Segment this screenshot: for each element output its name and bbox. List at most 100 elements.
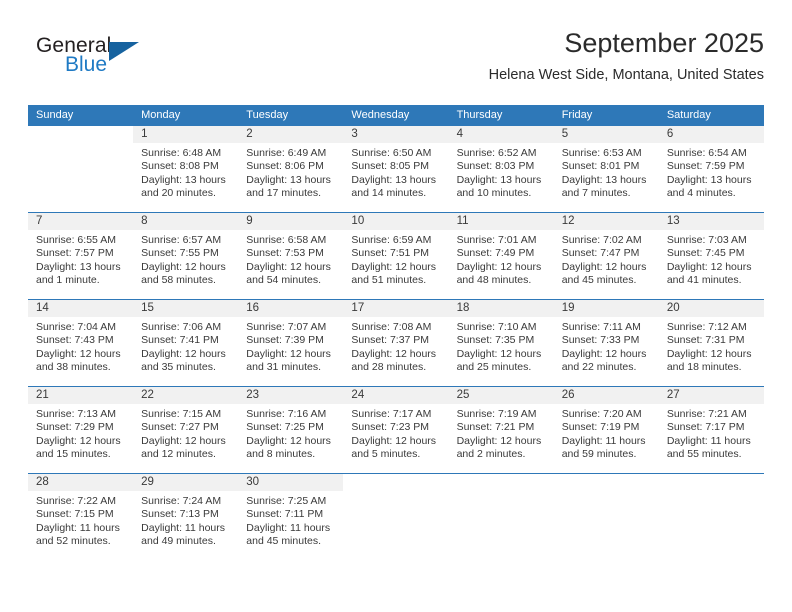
day-cell-inner: 29 Sunrise: 7:24 AM Sunset: 7:13 PM Dayligh… — [133, 474, 239, 560]
sunrise-time: Sunrise: 6:58 AM — [246, 234, 327, 246]
day-cell[interactable]: 30 Sunrise: 7:25 AM Sunset: 7:11 PM Dayligh… — [238, 473, 344, 560]
sunset-time: Sunset: 8:05 PM — [351, 160, 430, 173]
day-details: Sunrise: 7:15 AM Sunset: 7:27 PM Daylight:… — [133, 404, 238, 462]
day-cell[interactable]: 1 Sunrise: 6:48 AM Sunset: 8:08 PM Daylight… — [133, 126, 239, 213]
day-cell-inner: 18 Sunrise: 7:10 AM Sunset: 7:35 PM Dayligh… — [448, 300, 554, 386]
sunset-time: Sunset: 7:41 PM — [141, 334, 219, 347]
daylight-duration-line1: Daylight: 11 hours — [561, 434, 646, 447]
page-header: General Blue September 2025 Helena West … — [28, 26, 764, 98]
day-cell[interactable]: 29 Sunrise: 7:24 AM Sunset: 7:13 PM Dayligh… — [133, 473, 239, 560]
day-details: Sunrise: 7:25 AM Sunset: 7:11 PM Daylight:… — [238, 491, 343, 549]
day-details — [659, 491, 764, 495]
day-cell[interactable]: 5 Sunrise: 6:53 AM Sunset: 8:01 PM Daylight… — [553, 126, 659, 213]
day-details: Sunrise: 7:04 AM Sunset: 7:43 PM Daylight:… — [28, 317, 133, 375]
day-cell[interactable]: 8 Sunrise: 6:57 AM Sunset: 7:55 PM Daylight… — [133, 212, 239, 300]
day-cell[interactable]: 18 Sunrise: 7:10 AM Sunset: 7:35 PM Dayligh… — [448, 299, 554, 387]
day-cell-inner: 16 Sunrise: 7:07 AM Sunset: 7:39 PM Dayligh… — [238, 300, 344, 386]
sunset-time: Sunset: 8:03 PM — [456, 160, 535, 173]
day-cell[interactable]: 16 Sunrise: 7:07 AM Sunset: 7:39 PM Dayligh… — [238, 299, 344, 387]
day-cell-inner: 26 Sunrise: 7:20 AM Sunset: 7:19 PM Dayligh… — [553, 387, 659, 473]
day-cell[interactable]: 27 Sunrise: 7:21 AM Sunset: 7:17 PM Dayligh… — [658, 386, 764, 474]
daylight-duration-line1: Daylight: 12 hours — [351, 347, 437, 360]
day-cell[interactable]: 24 Sunrise: 7:17 AM Sunset: 7:23 PM Dayligh… — [343, 386, 449, 474]
day-cell[interactable]: 28 Sunrise: 7:22 AM Sunset: 7:15 PM Dayligh… — [28, 473, 134, 560]
day-cell[interactable]: 19 Sunrise: 7:11 AM Sunset: 7:33 PM Dayligh… — [553, 299, 659, 387]
day-number — [659, 474, 764, 491]
day-cell[interactable]: 2 Sunrise: 6:49 AM Sunset: 8:06 PM Daylight… — [238, 126, 344, 213]
sunset-time: Sunset: 7:29 PM — [36, 421, 114, 434]
sunrise-time: Sunrise: 6:55 AM — [36, 234, 116, 246]
daylight-duration-line1: Daylight: 13 hours — [561, 173, 647, 186]
day-cell[interactable]: 25 Sunrise: 7:19 AM Sunset: 7:21 PM Dayligh… — [448, 386, 554, 474]
day-details: Sunrise: 6:55 AM Sunset: 7:57 PM Daylight:… — [28, 230, 133, 288]
day-details: Sunrise: 7:12 AM Sunset: 7:31 PM Daylight:… — [659, 317, 764, 375]
day-details: Sunrise: 7:19 AM Sunset: 7:21 PM Daylight:… — [449, 404, 554, 462]
day-cell[interactable]: 11 Sunrise: 7:01 AM Sunset: 7:49 PM Dayligh… — [448, 212, 554, 300]
day-details: Sunrise: 6:59 AM Sunset: 7:51 PM Daylight:… — [343, 230, 448, 288]
daylight-duration-line1: Daylight: 12 hours — [561, 347, 647, 360]
day-cell-inner: 10 Sunrise: 6:59 AM Sunset: 7:51 PM Dayligh… — [343, 213, 449, 299]
daylight-duration-line1: Daylight: 12 hours — [351, 434, 437, 447]
day-number: 21 — [28, 387, 134, 404]
page-subtitle: Helena West Side, Montana, United States — [488, 67, 764, 83]
day-cell[interactable]: 17 Sunrise: 7:08 AM Sunset: 7:37 PM Dayligh… — [343, 299, 449, 387]
sunset-time: Sunset: 7:19 PM — [561, 421, 640, 434]
day-cell-inner: 22 Sunrise: 7:15 AM Sunset: 7:27 PM Dayligh… — [133, 387, 239, 473]
daylight-duration-line1: Daylight: 12 hours — [456, 260, 542, 273]
day-details: Sunrise: 7:06 AM Sunset: 7:41 PM Daylight:… — [133, 317, 238, 375]
sunset-time: Sunset: 7:51 PM — [351, 247, 430, 260]
day-cell-inner — [554, 474, 659, 560]
day-number: 8 — [133, 213, 239, 230]
day-cell[interactable]: 6 Sunrise: 6:54 AM Sunset: 7:59 PM Daylight… — [658, 126, 764, 213]
day-number: 27 — [658, 387, 764, 404]
calendar-body: 1 Sunrise: 6:48 AM Sunset: 8:08 PM Daylight… — [28, 126, 764, 560]
calendar-grid: Sunday Monday Tuesday Wednesday Thursday Frid… — [28, 105, 764, 560]
day-number: 18 — [448, 300, 554, 317]
sunset-time: Sunset: 7:31 PM — [666, 334, 745, 347]
day-number: 26 — [553, 387, 659, 404]
daylight-duration-line2: and 15 minutes. — [36, 448, 111, 461]
day-number: 6 — [658, 126, 764, 143]
sunset-time: Sunset: 7:55 PM — [141, 247, 219, 260]
day-details: Sunrise: 6:57 AM Sunset: 7:55 PM Daylight:… — [133, 230, 238, 288]
daylight-duration-line2: and 49 minutes. — [141, 535, 216, 548]
day-cell[interactable]: 23 Sunrise: 7:16 AM Sunset: 7:25 PM Dayligh… — [238, 386, 344, 474]
day-cell[interactable]: 21 Sunrise: 7:13 AM Sunset: 7:29 PM Dayligh… — [28, 386, 134, 474]
sunset-time: Sunset: 7:43 PM — [36, 334, 114, 347]
sunrise-time: Sunrise: 6:52 AM — [456, 147, 537, 159]
calendar-week-row: 1 Sunrise: 6:48 AM Sunset: 8:08 PM Daylight… — [28, 126, 764, 213]
sunset-time: Sunset: 7:47 PM — [561, 247, 640, 260]
day-details: Sunrise: 7:13 AM Sunset: 7:29 PM Daylight:… — [28, 404, 133, 462]
day-cell[interactable]: 7 Sunrise: 6:55 AM Sunset: 7:57 PM Daylight… — [28, 212, 134, 300]
daylight-duration-line2: and 17 minutes. — [246, 187, 321, 200]
sunset-time: Sunset: 7:35 PM — [456, 334, 535, 347]
daylight-duration-line2: and 59 minutes. — [561, 448, 637, 461]
general-blue-logo[interactable]: General Blue — [36, 34, 236, 86]
day-details: Sunrise: 6:58 AM Sunset: 7:53 PM Daylight:… — [238, 230, 343, 288]
day-cell[interactable]: 10 Sunrise: 6:59 AM Sunset: 7:51 PM Dayligh… — [343, 212, 449, 300]
day-cell[interactable]: 12 Sunrise: 7:02 AM Sunset: 7:47 PM Dayligh… — [553, 212, 659, 300]
day-cell[interactable]: 3 Sunrise: 6:50 AM Sunset: 8:05 PM Daylight… — [343, 126, 449, 213]
weekday-header-friday: Friday — [553, 105, 659, 126]
weekday-header-monday: Monday — [133, 105, 239, 126]
day-cell-inner: 2 Sunrise: 6:49 AM Sunset: 8:06 PM Daylight… — [238, 126, 344, 212]
sunrise-time: Sunrise: 7:15 AM — [141, 408, 222, 420]
sunrise-time: Sunrise: 6:54 AM — [666, 147, 747, 159]
day-cell[interactable]: 9 Sunrise: 6:58 AM Sunset: 7:53 PM Daylight… — [238, 212, 344, 300]
day-cell[interactable]: 22 Sunrise: 7:15 AM Sunset: 7:27 PM Dayligh… — [133, 386, 239, 474]
day-cell[interactable]: 13 Sunrise: 7:03 AM Sunset: 7:45 PM Dayligh… — [658, 212, 764, 300]
day-cell[interactable]: 14 Sunrise: 7:04 AM Sunset: 7:43 PM Dayligh… — [28, 299, 134, 387]
day-cell-inner: 8 Sunrise: 6:57 AM Sunset: 7:55 PM Daylight… — [133, 213, 239, 299]
day-cell-empty — [553, 473, 659, 560]
day-cell[interactable]: 15 Sunrise: 7:06 AM Sunset: 7:41 PM Dayligh… — [133, 299, 239, 387]
day-number: 17 — [343, 300, 449, 317]
day-details — [28, 143, 133, 147]
day-cell[interactable]: 4 Sunrise: 6:52 AM Sunset: 8:03 PM Daylight… — [448, 126, 554, 213]
day-cell[interactable]: 20 Sunrise: 7:12 AM Sunset: 7:31 PM Dayligh… — [658, 299, 764, 387]
day-cell-inner: 6 Sunrise: 6:54 AM Sunset: 7:59 PM Daylight… — [658, 126, 764, 212]
daylight-duration-line1: Daylight: 12 hours — [666, 260, 752, 273]
sunrise-time: Sunrise: 7:01 AM — [456, 234, 537, 246]
day-cell[interactable]: 26 Sunrise: 7:20 AM Sunset: 7:19 PM Dayligh… — [553, 386, 659, 474]
day-details: Sunrise: 7:03 AM Sunset: 7:45 PM Daylight:… — [659, 230, 764, 288]
sunrise-time: Sunrise: 7:13 AM — [36, 408, 116, 420]
